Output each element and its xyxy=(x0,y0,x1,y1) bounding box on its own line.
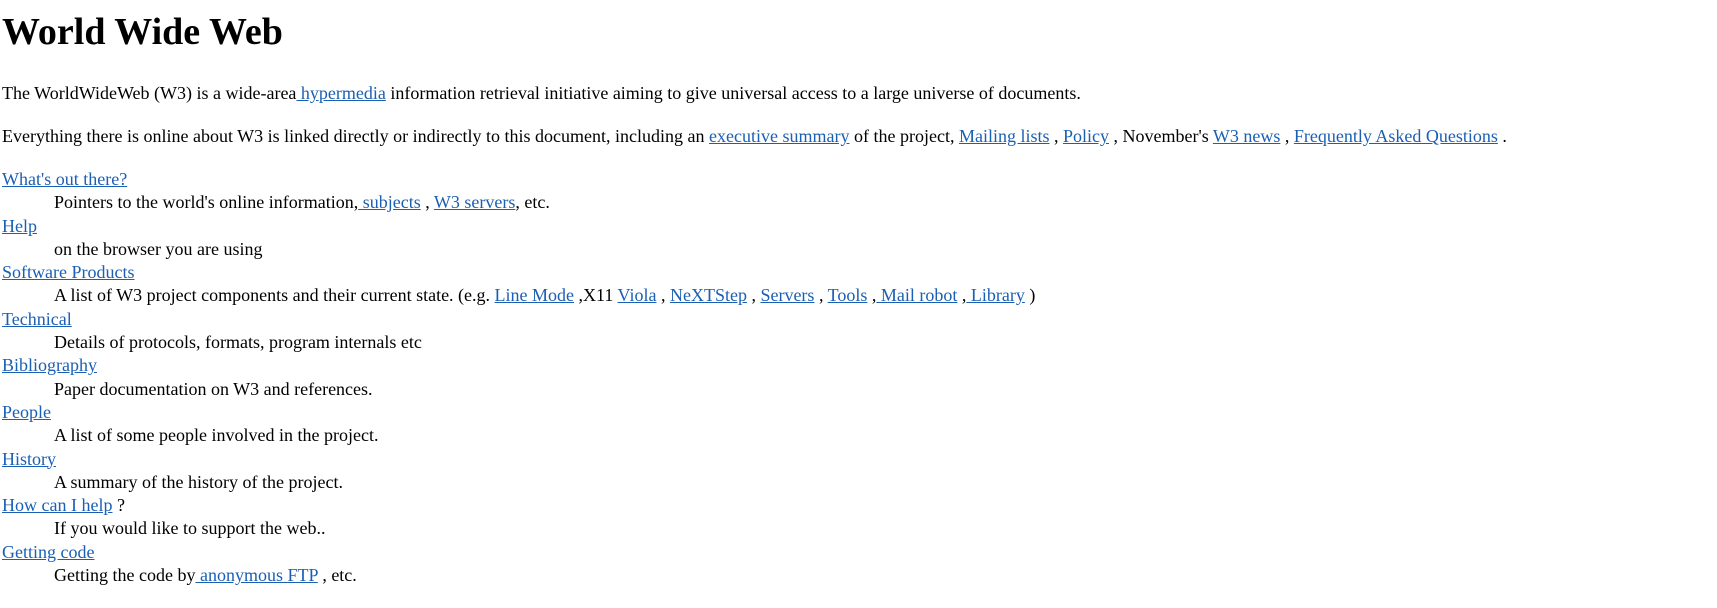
mailing-lists-link[interactable]: Mailing lists xyxy=(959,126,1050,146)
topic-term: Technical xyxy=(2,308,1035,331)
mail-robot-link[interactable]: Mail robot xyxy=(876,285,958,305)
topic-description: Pointers to the world's online informati… xyxy=(54,191,1035,214)
topic-description: A list of W3 project components and thei… xyxy=(54,284,1035,307)
w3-servers-link[interactable]: W3 servers xyxy=(434,192,515,212)
whats-out-there-link[interactable]: What's out there? xyxy=(2,169,127,189)
topic-term: How can I help ? xyxy=(2,494,1035,517)
help-link[interactable]: Help xyxy=(2,216,37,236)
getting-code-link[interactable]: Getting code xyxy=(2,542,94,562)
description-text: ,X11 xyxy=(574,285,618,306)
separator: , xyxy=(746,285,761,306)
separator: , xyxy=(814,285,828,306)
intro-text: information retrieval initiative aiming … xyxy=(385,83,1081,103)
topic-description: Paper documentation on W3 and references… xyxy=(54,378,373,399)
faq-link[interactable]: Frequently Asked Questions xyxy=(1294,126,1498,146)
subjects-link[interactable]: subjects xyxy=(358,192,421,212)
description-text: Getting the code by xyxy=(54,565,196,586)
overview-text: . xyxy=(1497,126,1507,146)
topic-list: What's out there? Pointers to the world'… xyxy=(2,168,1035,587)
intro-text: The WorldWideWeb (W3) is a wide-area xyxy=(2,83,297,103)
topic-description: on the browser you are using xyxy=(54,238,263,259)
nextstep-link[interactable]: NeXTStep xyxy=(670,285,747,305)
overview-paragraph: Everything there is online about W3 is l… xyxy=(2,124,1507,148)
library-link[interactable]: Library xyxy=(966,285,1025,305)
topic-description: If you would like to support the web.. xyxy=(54,518,326,539)
software-products-link[interactable]: Software Products xyxy=(2,262,134,282)
line-mode-link[interactable]: Line Mode xyxy=(495,285,574,305)
people-link[interactable]: People xyxy=(2,402,51,422)
overview-text: Everything there is online about W3 is l… xyxy=(2,126,710,146)
question-mark: ? xyxy=(112,495,125,516)
anonymous-ftp-link[interactable]: anonymous FTP xyxy=(195,565,318,585)
separator: , xyxy=(420,192,434,213)
separator: , xyxy=(1049,126,1063,146)
topic-term: What's out there? xyxy=(2,168,1035,191)
description-text: A list of W3 project components and thei… xyxy=(54,285,495,306)
description-text: Pointers to the world's online informati… xyxy=(54,192,359,213)
policy-link[interactable]: Policy xyxy=(1063,126,1109,146)
technical-link[interactable]: Technical xyxy=(2,309,72,329)
description-text: , etc. xyxy=(317,565,357,586)
page-title: World Wide Web xyxy=(2,11,283,53)
topic-description: A list of some people involved in the pr… xyxy=(54,425,379,446)
how-can-i-help-link[interactable]: How can I help xyxy=(2,495,112,515)
topic-term: Bibliography xyxy=(2,354,1035,377)
description-text: ) xyxy=(1024,285,1036,306)
overview-text: , November's xyxy=(1108,126,1213,146)
bibliography-link[interactable]: Bibliography xyxy=(2,355,97,375)
executive-summary-link[interactable]: executive summary xyxy=(709,126,849,146)
intro-paragraph: The WorldWideWeb (W3) is a wide-area hyp… xyxy=(2,81,1081,105)
overview-text: of the project, xyxy=(849,126,959,146)
separator: , xyxy=(1280,126,1294,146)
description-text: , etc. xyxy=(515,192,550,213)
topic-description: A summary of the history of the project. xyxy=(54,471,343,492)
topic-term: Help xyxy=(2,215,1035,238)
topic-description: Getting the code by anonymous FTP , etc. xyxy=(54,564,1035,587)
servers-link[interactable]: Servers xyxy=(760,285,814,305)
topic-description: Details of protocols, formats, program i… xyxy=(54,332,422,353)
topic-term: Getting code xyxy=(2,541,1035,564)
topic-term: History xyxy=(2,448,1035,471)
topic-term: Software Products xyxy=(2,261,1035,284)
hypermedia-link[interactable]: hypermedia xyxy=(296,83,386,103)
tools-link[interactable]: Tools xyxy=(828,285,868,305)
w3-news-link[interactable]: W3 news xyxy=(1213,126,1280,146)
viola-link[interactable]: Viola xyxy=(618,285,657,305)
topic-term: People xyxy=(2,401,1035,424)
history-link[interactable]: History xyxy=(2,449,56,469)
separator: , xyxy=(656,285,670,306)
